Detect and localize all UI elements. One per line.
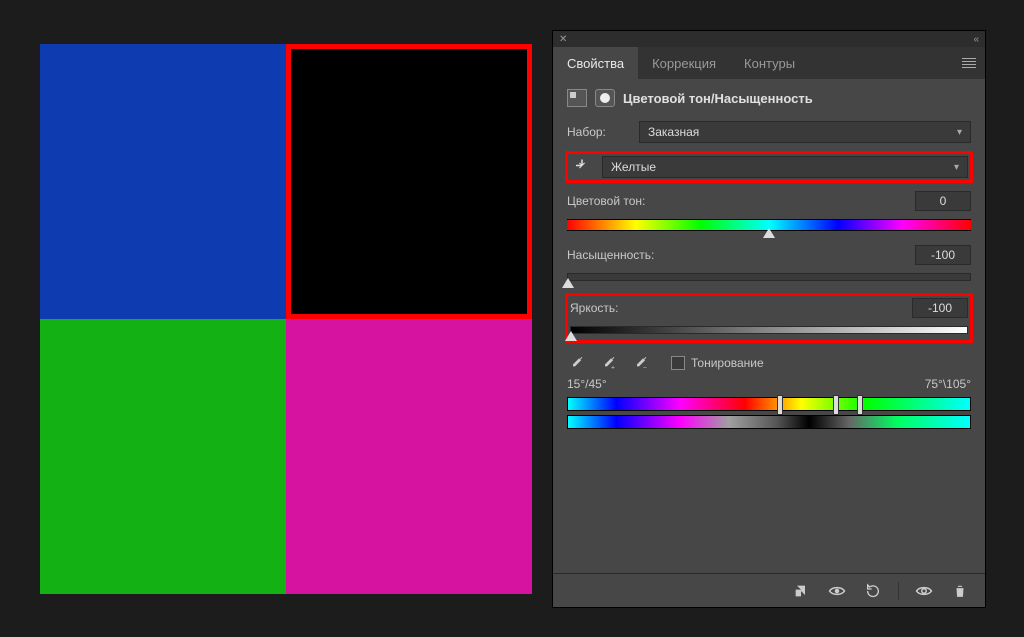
channel-row-highlight: Желтые ▾ (565, 151, 973, 183)
saturation-slider-group: Насыщенность: -100 (567, 245, 971, 281)
adjustment-title: Цветовой тон/Насыщенность (623, 91, 813, 106)
adjustment-title-row: Цветовой тон/Насыщенность (567, 89, 971, 107)
preset-dropdown[interactable]: Заказная ▾ (639, 121, 971, 143)
tab-bar: Свойства Коррекция Контуры (553, 47, 985, 79)
saturation-slider-thumb[interactable] (562, 278, 574, 288)
canvas-quad-black (286, 44, 532, 319)
hue-slider-group: Цветовой тон: 0 (567, 191, 971, 231)
angle-left: 15°/45° (567, 377, 607, 391)
toggle-visibility-icon[interactable] (913, 580, 935, 602)
eyedropper-add-icon[interactable]: + (599, 353, 619, 373)
range-handle-outer-right[interactable] (857, 395, 863, 415)
eyedropper-subtract-icon[interactable]: − (631, 353, 651, 373)
lightness-slider-track[interactable] (570, 326, 968, 334)
hue-label: Цветовой тон: (567, 194, 915, 208)
lightness-row-highlight: Яркость: -100 (565, 293, 973, 343)
channel-dropdown[interactable]: Желтые ▾ (602, 156, 968, 178)
angle-row: 15°/45° 75°\105° (567, 377, 971, 391)
saturation-label: Насыщенность: (567, 248, 915, 262)
targeted-adjust-icon[interactable] (570, 156, 594, 178)
chevron-down-icon: ▾ (957, 127, 962, 138)
preset-label: Набор: (567, 125, 639, 139)
properties-panel: ✕ « Свойства Коррекция Контуры Цветовой … (552, 30, 986, 608)
panel-menu-icon[interactable] (953, 47, 985, 79)
colorize-checkbox[interactable]: Тонирование (671, 356, 764, 370)
tab-paths[interactable]: Контуры (730, 47, 809, 79)
checkbox-icon (671, 356, 685, 370)
spectrum-top[interactable] (567, 397, 971, 411)
eyedropper-row: + − Тонирование (567, 353, 971, 373)
view-previous-icon[interactable] (826, 580, 848, 602)
layer-mask-icon[interactable] (595, 89, 615, 107)
canvas-quad-green (40, 319, 286, 594)
angle-right: 75°\105° (925, 377, 971, 391)
lightness-slider-group: Яркость: -100 (570, 298, 968, 334)
range-handle-inner-left[interactable] (777, 395, 783, 415)
canvas-quad-magenta (286, 319, 532, 594)
clip-to-layer-icon[interactable] (790, 580, 812, 602)
hue-value-input[interactable]: 0 (915, 191, 971, 211)
panel-topbar: ✕ « (553, 31, 985, 47)
close-icon[interactable]: ✕ (559, 34, 567, 45)
tab-properties[interactable]: Свойства (553, 47, 638, 79)
lightness-value-input[interactable]: -100 (912, 298, 968, 318)
preset-row: Набор: Заказная ▾ (567, 121, 971, 143)
canvas (40, 44, 532, 594)
spectrum-bottom[interactable] (567, 415, 971, 429)
delete-icon[interactable] (949, 580, 971, 602)
saturation-slider-track[interactable] (567, 273, 971, 281)
collapse-icon[interactable]: « (973, 34, 979, 45)
reset-icon[interactable] (862, 580, 884, 602)
lightness-slider-thumb[interactable] (565, 331, 577, 341)
tab-adjustments[interactable]: Коррекция (638, 47, 730, 79)
panel-footer (553, 573, 985, 607)
preset-value: Заказная (648, 125, 699, 139)
chevron-down-icon: ▾ (954, 162, 959, 173)
hue-slider-thumb[interactable] (763, 228, 775, 238)
canvas-quad-blue (40, 44, 286, 319)
svg-text:+: + (611, 365, 615, 371)
adjustment-type-icon[interactable] (567, 89, 587, 107)
svg-text:−: − (643, 365, 647, 371)
range-handle-inner-right[interactable] (833, 395, 839, 415)
eyedropper-icon[interactable] (567, 353, 587, 373)
hue-slider-track[interactable] (567, 219, 971, 231)
channel-value: Желтые (611, 160, 656, 174)
footer-separator (898, 582, 899, 600)
panel-body: Цветовой тон/Насыщенность Набор: Заказна… (553, 79, 985, 573)
saturation-value-input[interactable]: -100 (915, 245, 971, 265)
lightness-label: Яркость: (570, 301, 912, 315)
colorize-label: Тонирование (691, 356, 764, 370)
